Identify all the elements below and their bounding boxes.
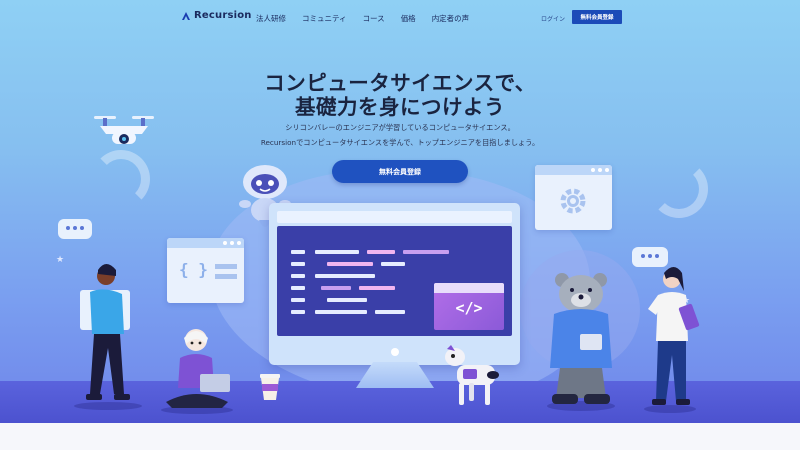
coffee-cup-icon (260, 374, 280, 400)
code-icon: </> (455, 299, 483, 317)
hero-section: Recursion 法人研修 コミュニティ コース 価格 内定者の声 ログイン … (0, 0, 800, 423)
nav-item-community[interactable]: コミュニティ (302, 13, 347, 24)
nav-item-courses[interactable]: コース (363, 13, 385, 24)
gear-window (535, 165, 612, 230)
person-holding-panel (74, 264, 142, 410)
site-logo[interactable]: Recursion (181, 10, 252, 21)
power-light (391, 348, 399, 356)
nav-item-corporate[interactable]: 法人研修 (256, 13, 286, 24)
login-link[interactable]: ログイン (541, 14, 565, 23)
header-signup-button[interactable]: 無料会員登録 (572, 10, 622, 24)
person-with-tablet (644, 267, 700, 413)
page-below-hero (0, 423, 800, 450)
gear-icon (560, 188, 586, 214)
bear-mascot-icon (547, 273, 615, 411)
drone-icon (94, 116, 154, 144)
bg-ring-right (650, 160, 708, 218)
nav-item-voices[interactable]: 内定者の声 (432, 13, 470, 24)
braces-icon: { } (179, 260, 208, 279)
hero-signup-button[interactable]: 無料会員登録 (332, 160, 468, 183)
main-nav: 法人研修 コミュニティ コース 価格 内定者の声 (256, 13, 485, 24)
recursion-logo-icon (182, 11, 190, 20)
logo-text: Recursion (194, 10, 252, 21)
person-with-laptop (161, 329, 233, 414)
chat-bubble-right-icon (632, 247, 668, 267)
chat-bubble-icon (58, 219, 92, 239)
nav-item-pricing[interactable]: 価格 (401, 13, 416, 24)
braces-window: { } (167, 238, 244, 303)
robot-dog-icon (445, 345, 499, 405)
code-window: </> (434, 283, 504, 330)
bg-ring-left (92, 150, 150, 208)
